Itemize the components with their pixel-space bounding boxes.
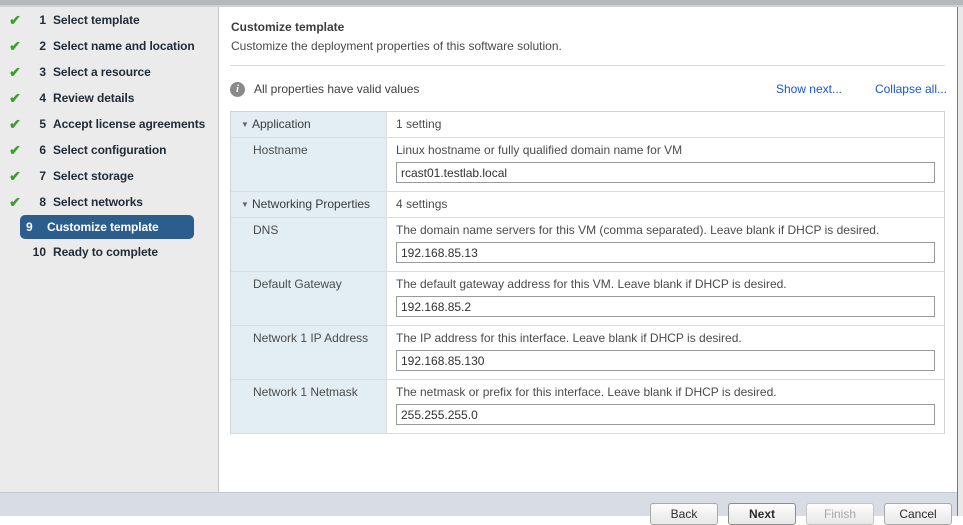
step-number: 3	[26, 59, 46, 85]
wizard-step-7[interactable]: ✔7 Select storage	[4, 163, 210, 189]
step-complete-check-icon: ✔	[4, 163, 26, 189]
property-value-cell: The netmask or prefix for this interface…	[387, 380, 944, 433]
step-complete-check-icon: ✔	[4, 33, 26, 59]
cancel-button[interactable]: Cancel	[884, 503, 952, 525]
step-complete-check-icon: ✔	[4, 111, 26, 137]
step-number: 8	[26, 189, 46, 215]
property-row: Default Gateway The default gateway addre…	[231, 272, 944, 326]
property-label: Network 1 IP Address	[231, 326, 387, 379]
wizard-step-sidebar: ✔1Select template✔2Select name and locat…	[0, 7, 219, 492]
property-input[interactable]	[396, 242, 935, 263]
step-complete-check-icon: ✔	[4, 59, 26, 85]
wizard-step-4[interactable]: ✔4 Review details	[4, 85, 210, 111]
step-complete-check-icon: ✔	[4, 85, 26, 111]
step-complete-check-icon: ✔	[4, 137, 26, 163]
wizard-footer: Back Next Finish Cancel	[0, 492, 957, 516]
validation-message: All properties have valid values	[254, 82, 419, 96]
wizard-step-3[interactable]: ✔3 Select a resource	[4, 59, 210, 85]
wizard-step-2[interactable]: ✔2 Select name and location	[4, 33, 210, 59]
step-number: 9	[26, 215, 40, 239]
step-label: Select name and location	[53, 33, 195, 59]
property-group-name: Application	[252, 117, 311, 131]
step-number: 10	[26, 239, 46, 265]
next-button[interactable]: Next	[728, 503, 796, 525]
validation-info-bar: i All properties have valid values Show …	[230, 79, 947, 103]
finish-button: Finish	[806, 503, 874, 525]
property-description: The default gateway address for this VM.…	[396, 277, 935, 291]
property-value-cell: The default gateway address for this VM.…	[387, 272, 944, 325]
wizard-step-8[interactable]: ✔8 Select networks	[4, 189, 210, 215]
show-next-link[interactable]: Show next...	[776, 82, 842, 96]
wizard-step-list: ✔1Select template✔2Select name and locat…	[0, 7, 218, 265]
step-label: Select template	[53, 7, 140, 33]
property-input[interactable]	[396, 404, 935, 425]
wizard-step-1[interactable]: ✔1 Select template	[4, 7, 210, 33]
property-label: Hostname	[231, 138, 387, 191]
chevron-down-icon[interactable]: ▼	[241, 199, 252, 211]
header-divider	[230, 65, 945, 66]
property-label: Default Gateway	[231, 272, 387, 325]
property-row: Network 1 Netmask The netmask or prefix f…	[231, 380, 944, 434]
wizard-step-5[interactable]: ✔5 Accept license agreements	[4, 111, 210, 137]
wizard-step-9[interactable]: 9 Customize template	[20, 215, 194, 239]
step-label: Select configuration	[53, 137, 166, 163]
chevron-down-icon[interactable]: ▼	[241, 119, 252, 131]
property-input[interactable]	[396, 350, 935, 371]
step-number: 7	[26, 163, 46, 189]
step-label: Review details	[53, 85, 134, 111]
property-input[interactable]	[396, 162, 935, 183]
property-input[interactable]	[396, 296, 935, 317]
property-description: The netmask or prefix for this interface…	[396, 385, 935, 399]
property-group-name: Networking Properties	[252, 197, 370, 211]
property-group-label-cell: ▼Application	[231, 112, 387, 137]
property-group-header[interactable]: ▼Networking Properties4 settings	[231, 192, 944, 218]
info-icon: i	[230, 82, 245, 97]
property-description: The IP address for this interface. Leave…	[396, 331, 935, 345]
step-number: 4	[26, 85, 46, 111]
wizard-step-6[interactable]: ✔6 Select configuration	[4, 137, 210, 163]
step-complete-check-icon: ✔	[4, 7, 26, 33]
property-value-cell: The domain name servers for this VM (com…	[387, 218, 944, 271]
window-right-frame	[957, 7, 963, 516]
step-label: Select storage	[53, 163, 134, 189]
wizard-window: ✔1Select template✔2Select name and locat…	[0, 0, 963, 516]
step-label: Ready to complete	[53, 239, 158, 265]
property-group-header[interactable]: ▼Application1 setting	[231, 112, 944, 138]
step-complete-check-icon: ✔	[4, 189, 26, 215]
property-value-cell: The IP address for this interface. Leave…	[387, 326, 944, 379]
step-label: Select a resource	[53, 59, 151, 85]
property-group-summary: 1 setting	[387, 112, 944, 137]
property-group-summary: 4 settings	[387, 192, 944, 217]
step-label: Accept license agreements	[53, 111, 205, 137]
property-description: Linux hostname or fully qualified domain…	[396, 143, 935, 157]
property-value-cell: Linux hostname or fully qualified domain…	[387, 138, 944, 191]
page-subtitle: Customize the deployment properties of t…	[231, 39, 562, 53]
step-number: 5	[26, 111, 46, 137]
properties-table: ▼Application1 settingHostnameLinux hostn…	[230, 111, 945, 434]
property-group-label-cell: ▼Networking Properties	[231, 192, 387, 217]
property-row: Network 1 IP Address The IP address for t…	[231, 326, 944, 380]
property-row: Hostname Linux hostname or fully qualifie…	[231, 138, 944, 192]
back-button[interactable]: Back	[650, 503, 718, 525]
step-number: 6	[26, 137, 46, 163]
property-label: Network 1 Netmask	[231, 380, 387, 433]
step-number: 2	[26, 33, 46, 59]
collapse-all-link[interactable]: Collapse all...	[875, 82, 947, 96]
property-row: DNS The domain name servers for this VM (…	[231, 218, 944, 272]
step-label: Select networks	[53, 189, 143, 215]
main-content-panel: Customize template Customize the deploym…	[220, 7, 957, 492]
property-description: The domain name servers for this VM (com…	[396, 223, 935, 237]
step-label: Customize template	[47, 215, 159, 239]
property-label: DNS	[231, 218, 387, 271]
wizard-step-10[interactable]: 10 Ready to complete	[4, 239, 210, 265]
step-number: 1	[26, 7, 46, 33]
page-title: Customize template	[231, 20, 344, 34]
